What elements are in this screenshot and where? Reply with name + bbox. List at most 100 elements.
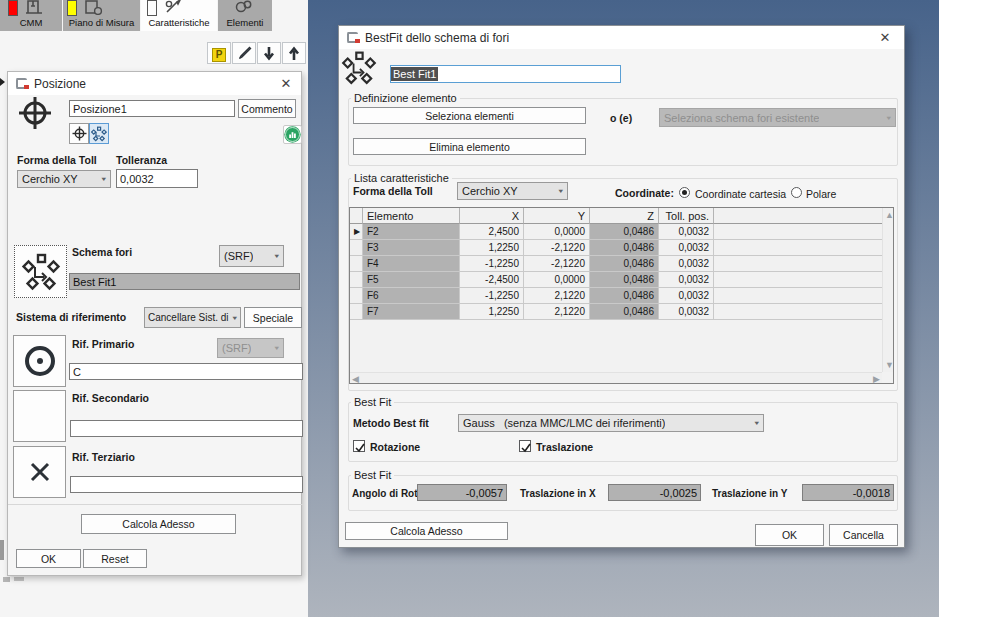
radio-cartesiane[interactable]	[679, 187, 690, 198]
cell-y[interactable]: 0,0000	[524, 224, 590, 240]
table-header-col0[interactable]	[350, 208, 363, 224]
rif-secondario-input[interactable]	[70, 420, 303, 437]
forma-toll-select[interactable]: Cerchio XY▾	[17, 170, 111, 188]
tab-elementi[interactable]: Elementi	[218, 0, 272, 31]
cancellare-select[interactable]: Cancellare Sist. di▾	[144, 307, 241, 328]
tolleranza-input[interactable]: 0,0032	[116, 169, 198, 188]
bf-forma-toll-select[interactable]: Cerchio XY▾	[457, 182, 568, 200]
bestfit-cancella-button[interactable]: Cancella	[829, 524, 898, 546]
cell-x[interactable]: -2,4500	[460, 272, 524, 288]
tab-cmm[interactable]: CMM	[0, 0, 62, 31]
scroll-up-icon[interactable]: ▲	[885, 210, 894, 220]
cell-toll-pos[interactable]: 0,0032	[659, 288, 714, 304]
schema-fori-icon-box[interactable]	[14, 245, 67, 298]
elimina-elemento-button[interactable]: Elimina elemento	[353, 138, 586, 155]
table-header-Toll. pos.[interactable]: Toll. pos.	[659, 208, 714, 224]
row-selector[interactable]	[350, 304, 363, 320]
cell-toll-pos[interactable]: 0,0032	[659, 240, 714, 256]
table-row[interactable]: F31,2250-2,12200,04860,0032	[350, 240, 882, 256]
cell-toll-pos[interactable]: 0,0032	[659, 224, 714, 240]
posizione-calcola-button[interactable]: Calcola Adesso	[81, 514, 236, 534]
cell-y[interactable]: 2,1220	[524, 288, 590, 304]
posizione-close-icon[interactable]: ✕	[279, 77, 293, 91]
cell-x[interactable]: -1,2250	[460, 288, 524, 304]
bestfit-titlebar[interactable]: BestFit dello schema di fori ✕	[339, 26, 904, 49]
cell-toll-pos[interactable]: 0,0032	[659, 256, 714, 272]
table-header-col6[interactable]	[714, 208, 884, 224]
bestfit-name-input[interactable]: Best Fit1	[390, 65, 621, 83]
tab-piano-di-misura[interactable]: Piano di Misura	[63, 0, 140, 31]
cell-z[interactable]: 0,0486	[590, 272, 659, 288]
scroll-right-icon[interactable]: ▶	[873, 374, 880, 384]
table-vscrollbar[interactable]: ▲ ▼	[882, 208, 893, 372]
table-row[interactable]: F5-2,45000,00000,04860,0032	[350, 272, 882, 288]
cell-elemento[interactable]: F7	[363, 304, 460, 320]
table-header-Z[interactable]: Z	[590, 208, 659, 224]
table-header-X[interactable]: X	[460, 208, 524, 224]
bestfit-close-icon[interactable]: ✕	[878, 31, 892, 45]
o-e-label: o (e)	[610, 112, 632, 124]
row-selector[interactable]	[350, 256, 363, 272]
seleziona-elementi-button[interactable]: Seleziona elementi	[353, 107, 586, 124]
rif-primario-input[interactable]: C	[69, 363, 303, 380]
radio-cartesiane-label: Coordinate cartesia	[695, 188, 786, 200]
bestfit-calcola-button[interactable]: Calcola Adesso	[345, 522, 508, 540]
edit-pen-button[interactable]	[232, 42, 256, 64]
move-up-button[interactable]	[282, 42, 306, 64]
cell-x[interactable]: 2,4500	[460, 224, 524, 240]
srf-select[interactable]: (SRF)▾	[219, 245, 284, 267]
cell-x[interactable]: 1,2250	[460, 240, 524, 256]
toggle-pattern-button[interactable]	[89, 123, 109, 144]
row-selector[interactable]	[350, 240, 363, 256]
p-toggle-button[interactable]: P	[207, 42, 231, 64]
cell-toll-pos[interactable]: 0,0032	[659, 272, 714, 288]
cell-x[interactable]: -1,2250	[460, 256, 524, 272]
table-row[interactable]: ▶F22,45000,00000,04860,0032	[350, 224, 882, 240]
cell-z[interactable]: 0,0486	[590, 304, 659, 320]
schema-name-field[interactable]: Best Fit1	[69, 273, 300, 290]
posizione-ok-button[interactable]: OK	[16, 549, 81, 568]
apply-button[interactable]	[283, 125, 302, 144]
cell-y[interactable]: 2,1220	[524, 304, 590, 320]
posizione-titlebar[interactable]: Posizione ✕	[8, 72, 301, 95]
speciale-button[interactable]: Speciale	[244, 307, 302, 328]
cell-toll-pos[interactable]: 0,0032	[659, 304, 714, 320]
traslazione-checkbox[interactable]	[519, 440, 531, 452]
rotazione-checkbox[interactable]	[353, 440, 365, 452]
posizione-name-input[interactable]: Posizione1	[69, 100, 235, 117]
row-selector[interactable]	[350, 288, 363, 304]
cell-elemento[interactable]: F6	[363, 288, 460, 304]
cell-z[interactable]: 0,0486	[590, 288, 659, 304]
row-selector[interactable]	[350, 272, 363, 288]
cell-elemento[interactable]: F4	[363, 256, 460, 272]
rif-terziario-input[interactable]	[70, 476, 303, 493]
scroll-down-icon[interactable]: ▼	[885, 360, 894, 370]
commento-button[interactable]: Commento	[238, 99, 296, 118]
cell-elemento[interactable]: F3	[363, 240, 460, 256]
posizione-reset-button[interactable]: Reset	[83, 549, 147, 568]
tab-caratteristiche[interactable]: Caratteristiche	[141, 0, 217, 31]
cell-x[interactable]: 1,2250	[460, 304, 524, 320]
table-row[interactable]: F6-1,22502,12200,04860,0032	[350, 288, 882, 304]
metodo-select[interactable]: Gauss (senza MMC/LMC dei riferimenti)▾	[458, 414, 764, 432]
cell-y[interactable]: -2,1220	[524, 256, 590, 272]
cell-z[interactable]: 0,0486	[590, 256, 659, 272]
table-row[interactable]: F4-1,2250-2,12200,04860,0032	[350, 256, 882, 272]
cell-y[interactable]: 0,0000	[524, 272, 590, 288]
table-hscrollbar[interactable]: ◀ ▶	[350, 372, 882, 383]
bestfit-ok-button[interactable]: OK	[755, 524, 824, 546]
cell-z[interactable]: 0,0486	[590, 224, 659, 240]
table-row[interactable]: F71,22502,12200,04860,0032	[350, 304, 882, 320]
cell-elemento[interactable]: F2	[363, 224, 460, 240]
scroll-left-icon[interactable]: ◀	[352, 374, 359, 384]
toggle-position-button[interactable]	[69, 123, 89, 144]
table-header-Y[interactable]: Y	[524, 208, 590, 224]
cell-z[interactable]: 0,0486	[590, 240, 659, 256]
table-header-Elemento[interactable]: Elemento	[363, 208, 460, 224]
move-down-button[interactable]	[257, 42, 281, 64]
panel-collapse-arrow[interactable]	[0, 78, 5, 86]
radio-polare[interactable]	[791, 187, 802, 198]
current-row-arrow-icon[interactable]: ▶	[350, 224, 363, 240]
cell-elemento[interactable]: F5	[363, 272, 460, 288]
cell-y[interactable]: -2,1220	[524, 240, 590, 256]
